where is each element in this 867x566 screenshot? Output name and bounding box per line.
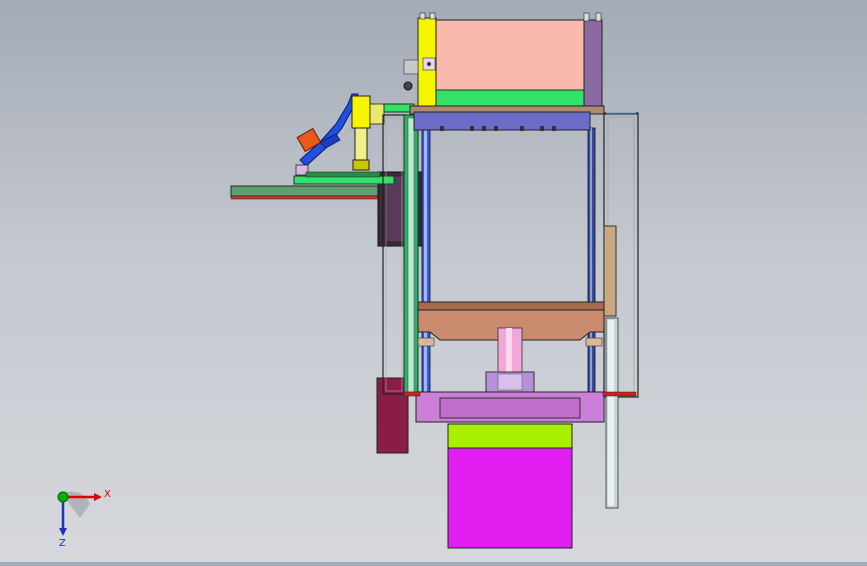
y-axis-dot-icon <box>57 491 69 503</box>
lime-block <box>447 423 573 449</box>
maroon-block <box>376 377 409 454</box>
left-guide-column <box>403 114 419 396</box>
x-axis-arrow-icon <box>94 493 102 501</box>
left-feed-table <box>230 185 394 200</box>
right-brown-guide <box>603 225 619 509</box>
upper-cylinder-box <box>433 19 587 109</box>
z-axis-arrow-icon <box>59 528 67 536</box>
base-red-bar-left <box>403 391 421 397</box>
lower-base <box>415 391 605 423</box>
upper-left-post <box>403 12 437 109</box>
feeder-base-bar <box>293 171 395 185</box>
magenta-block <box>447 447 573 549</box>
base-red-bar <box>602 391 637 397</box>
cad-viewport[interactable]: X Z <box>0 0 867 562</box>
z-axis-label: Z <box>59 538 66 546</box>
axis-triad: X Z <box>57 489 111 546</box>
upper-right-post <box>583 12 603 111</box>
upper-crossbeam <box>409 105 605 131</box>
feeder-post <box>351 95 385 171</box>
press-machine-drawing <box>230 12 639 549</box>
feeder-arm <box>295 93 359 176</box>
x-axis-label: X <box>104 489 111 500</box>
left-guard-frame <box>382 114 406 395</box>
